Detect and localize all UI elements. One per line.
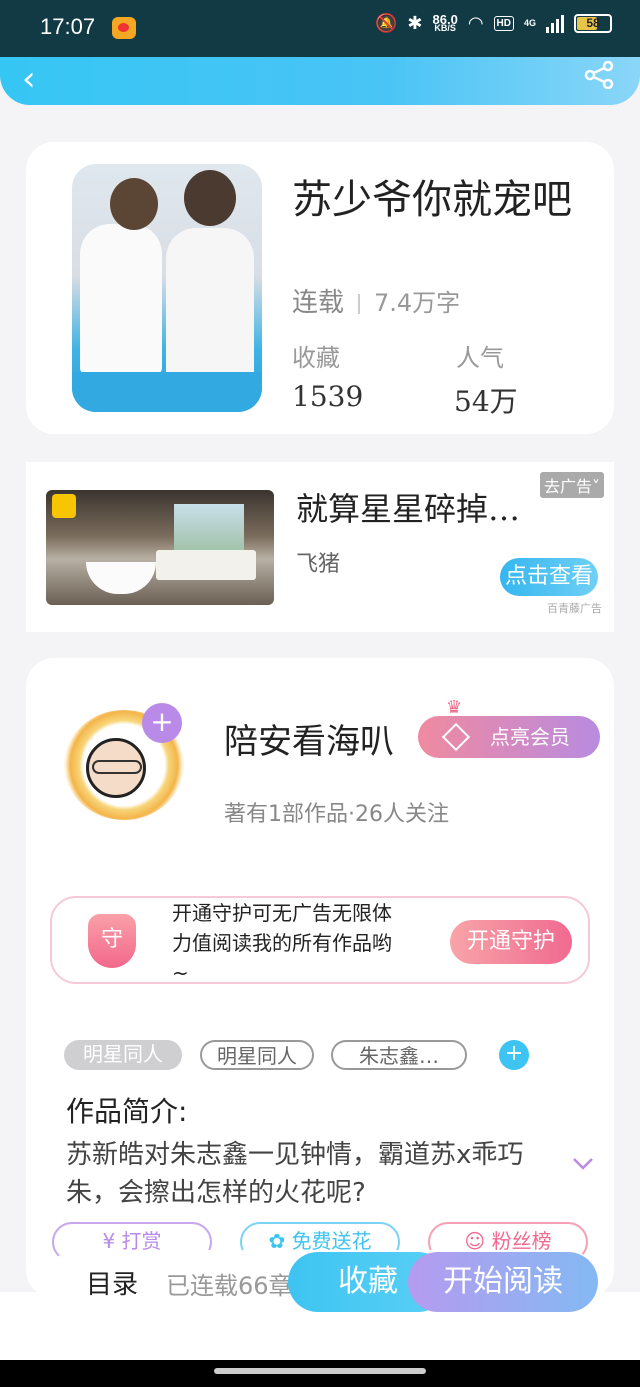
crown-icon: ♛	[446, 697, 463, 718]
ad-close-button[interactable]: 去广告˅	[539, 472, 604, 498]
author-meta: 著有1部作品·26人关注	[224, 802, 449, 827]
share-icon[interactable]	[584, 61, 614, 89]
tag-3[interactable]: 朱志鑫…	[331, 1040, 467, 1070]
popularity-count: 54万	[454, 385, 518, 418]
hd-badge: HD	[493, 16, 514, 31]
follow-plus-icon[interactable]: +	[142, 703, 182, 743]
author-name[interactable]: 陪安看海叭	[224, 714, 394, 763]
ad-image[interactable]	[46, 490, 274, 605]
net-speed: 86.0 KB/S	[432, 11, 458, 33]
guard-text: 开通守护可无广告无限体力值阅读我的所有作品哟~	[172, 901, 392, 985]
top-bar: ‹	[0, 57, 640, 105]
favorites-count: 1539	[292, 380, 364, 413]
signal-label: 4G	[523, 18, 536, 28]
ad-banner[interactable]: 就算星星碎掉… 去广告˅ 飞猪 点击查看 百青藤广告	[26, 462, 614, 632]
ad-brand: 飞猪	[296, 552, 341, 577]
tag-2[interactable]: 明星同人	[200, 1040, 314, 1070]
diamond-icon	[441, 722, 471, 752]
back-icon[interactable]: ‹	[22, 59, 36, 99]
toc-button[interactable]: 目录	[86, 1264, 138, 1301]
mute-icon: 🔕	[374, 13, 398, 33]
guard-banner[interactable]: 守 开通守护可无广告无限体力值阅读我的所有作品哟~ 开通守护	[50, 896, 590, 985]
ad-source: 百青藤广告	[547, 602, 602, 615]
chevron-down-icon[interactable]	[572, 1152, 594, 1174]
clock: 17:07	[40, 14, 96, 39]
serial-chapters[interactable]: 已连载66章	[166, 1266, 306, 1301]
vip-button[interactable]: 点亮会员	[418, 716, 600, 758]
tag-1[interactable]: 明星同人	[64, 1040, 182, 1070]
popularity-label: 人气	[456, 344, 504, 372]
start-reading-button[interactable]: 开始阅读	[408, 1252, 598, 1312]
weibo-notification-icon	[112, 17, 136, 39]
intro-text: 苏新皓对朱志鑫一见钟情，霸道苏x乖巧朱，会擦出怎样的火花呢?	[66, 1140, 524, 1208]
bluetooth-icon: ✱	[407, 13, 423, 33]
open-guard-button[interactable]: 开通守护	[450, 920, 572, 964]
home-indicator[interactable]	[214, 1368, 426, 1374]
ad-title[interactable]: 就算星星碎掉…	[296, 484, 520, 530]
favorites-label: 收藏	[292, 344, 340, 372]
signal-icon	[546, 14, 564, 33]
ad-view-button[interactable]: 点击查看	[500, 558, 598, 596]
battery-icon: 58	[574, 14, 612, 33]
book-title: 苏少爷你就宠吧	[292, 177, 572, 223]
word-count: 7.4万字	[374, 289, 461, 317]
status-bar: 17:07 🔕 ✱ 86.0 KB/S ◠ HD 4G 58	[0, 0, 640, 57]
book-cover[interactable]	[72, 164, 262, 412]
add-tag-icon[interactable]: +	[499, 1040, 529, 1070]
book-status: 连载 7.4万字	[292, 288, 461, 318]
intro-heading: 作品简介:	[66, 1095, 188, 1128]
guard-shield-icon: 守	[88, 914, 136, 968]
wifi-icon: ◠	[467, 13, 484, 33]
